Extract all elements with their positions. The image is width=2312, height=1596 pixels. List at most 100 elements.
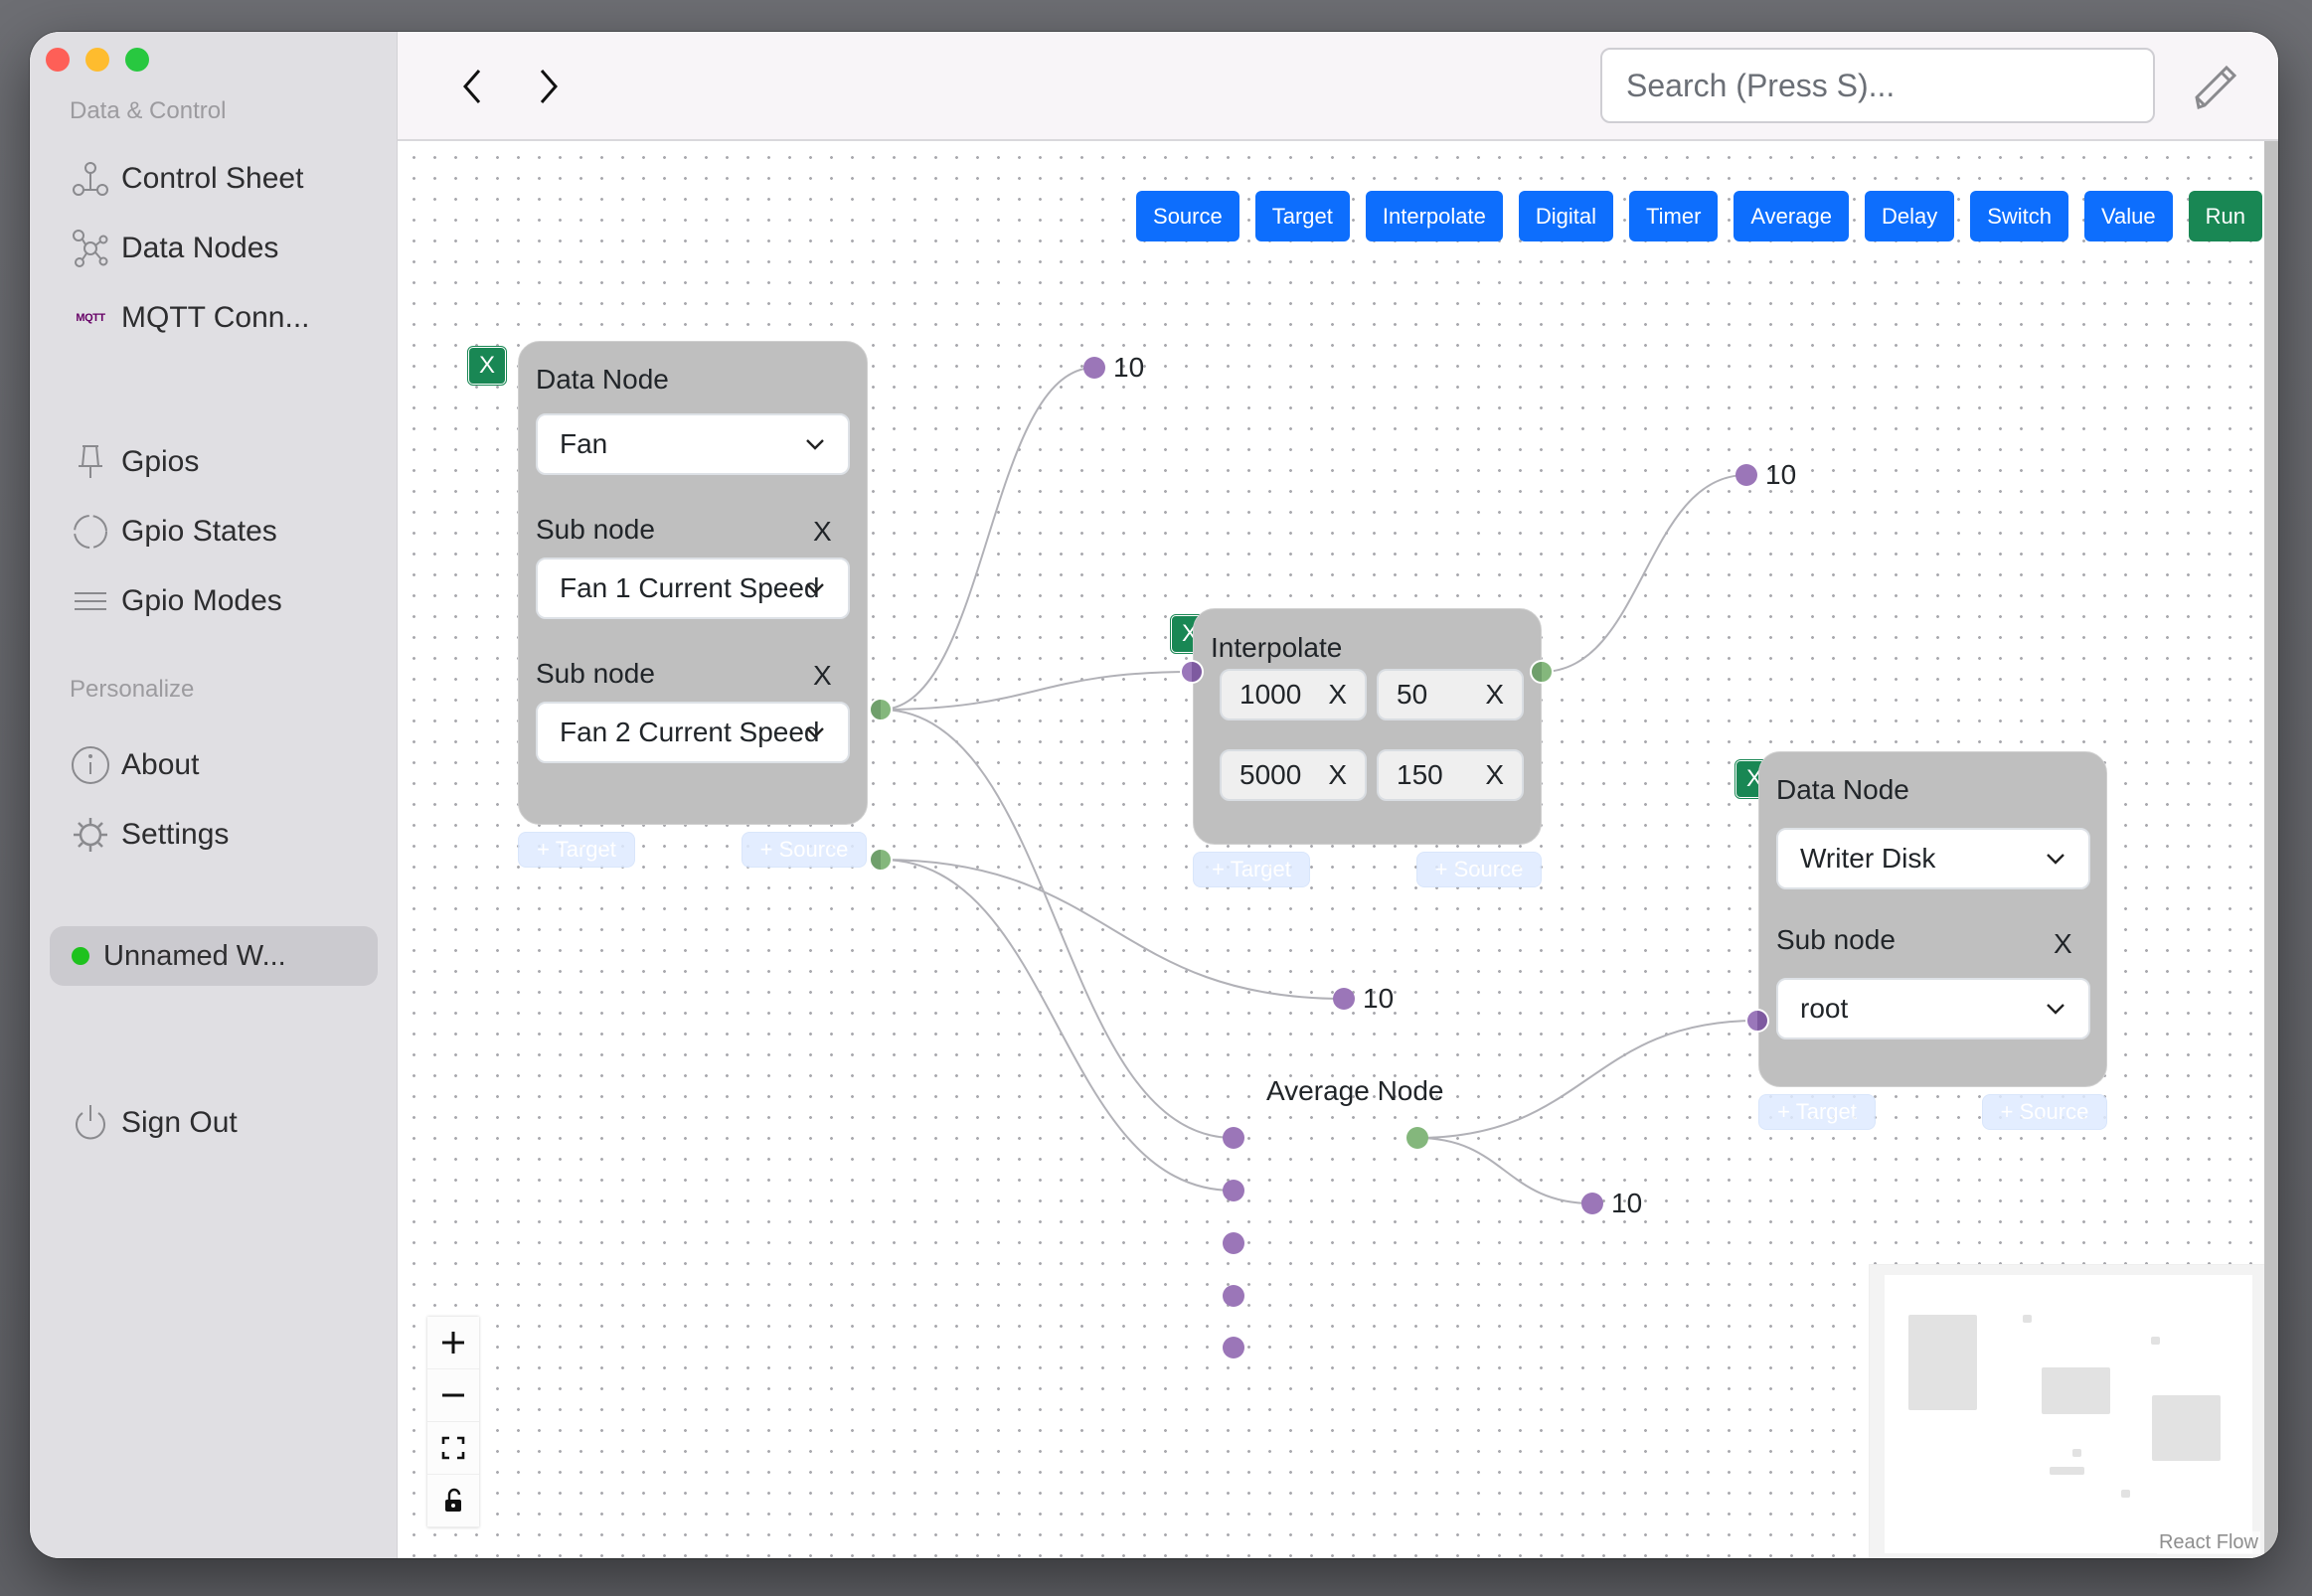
toggle-interactivity-button[interactable] xyxy=(427,1475,479,1527)
minimize-window-button[interactable] xyxy=(85,48,109,72)
sidebar-item-label: Control Sheet xyxy=(121,162,304,195)
sign-out-button[interactable]: Sign Out xyxy=(70,1098,238,1148)
sub-node-select[interactable]: root xyxy=(1776,978,2090,1039)
chevron-down-icon xyxy=(806,439,824,450)
add-target-handle-button[interactable]: + Target xyxy=(1758,1094,1876,1130)
edit-button[interactable] xyxy=(2187,56,2246,115)
target-handle-root[interactable] xyxy=(1745,1009,1769,1033)
edge xyxy=(1416,1137,1593,1204)
add-digital-button[interactable]: Digital xyxy=(1518,191,1613,241)
interpolate-input-value[interactable]: 1000 X xyxy=(1220,669,1367,720)
sidebar-item-mqtt[interactable]: MQTT MQTT Conn... xyxy=(70,293,310,343)
add-average-button[interactable]: Average xyxy=(1734,191,1849,241)
vertical-scrollbar[interactable] xyxy=(2264,141,2278,1558)
add-delay-button[interactable]: Delay xyxy=(1864,191,1955,241)
add-source-handle-button[interactable]: + Source xyxy=(742,832,867,868)
add-interpolate-button[interactable]: Interpolate xyxy=(1365,191,1503,241)
remove-sub-node-button[interactable]: X xyxy=(2054,928,2072,960)
react-flow-attribution[interactable]: React Flow xyxy=(2156,1531,2260,1554)
flow-canvas[interactable]: Source Target Interpolate Digital Timer … xyxy=(398,141,2264,1558)
delete-node-button[interactable]: X xyxy=(467,346,507,386)
remove-sub-node-button[interactable]: X xyxy=(813,516,832,548)
remove-value-button[interactable]: X xyxy=(1328,759,1347,791)
forward-button[interactable] xyxy=(524,62,574,111)
edge xyxy=(880,367,1095,711)
sidebar-item-control-sheet[interactable]: Control Sheet xyxy=(70,154,303,204)
add-value-button[interactable]: Value xyxy=(2084,191,2173,241)
fit-view-button[interactable] xyxy=(427,1422,479,1475)
interpolate-input-value[interactable]: 5000 X xyxy=(1220,749,1367,801)
remove-value-button[interactable]: X xyxy=(1485,679,1504,711)
source-handle-fan2[interactable] xyxy=(869,848,893,872)
average-input-handle[interactable] xyxy=(1223,1285,1244,1307)
minimap-node xyxy=(2072,1449,2081,1457)
interpolate-output-value[interactable]: 150 X xyxy=(1377,749,1524,801)
value-node-handle[interactable] xyxy=(1333,988,1355,1010)
add-source-handle-button[interactable]: + Source xyxy=(1982,1094,2107,1130)
node-toolbar: Source Target Interpolate Digital Timer … xyxy=(1136,191,2262,241)
sidebar-item-data-nodes[interactable]: Data Nodes xyxy=(70,224,278,273)
interpolate-node[interactable]: Interpolate 1000 X 50 X 5000 X 150 X xyxy=(1193,608,1542,845)
sidebar-item-gpio-modes[interactable]: Gpio Modes xyxy=(70,576,282,626)
sub-node-label: Sub node xyxy=(536,658,655,689)
interpolate-output-value[interactable]: 50 X xyxy=(1377,669,1524,720)
chevron-down-icon xyxy=(2047,1004,2064,1015)
add-timer-button[interactable]: Timer xyxy=(1629,191,1719,241)
zoom-controls xyxy=(427,1317,479,1527)
sidebar-item-gpios[interactable]: Gpios xyxy=(70,437,199,487)
zoom-out-button[interactable] xyxy=(427,1369,479,1422)
sign-out-label: Sign Out xyxy=(121,1106,238,1139)
add-target-handle-button[interactable]: + Target xyxy=(1193,852,1310,887)
minimap-node xyxy=(2151,1337,2160,1345)
target-handle-interpolate[interactable] xyxy=(1180,660,1204,684)
chevron-down-icon xyxy=(806,583,824,594)
info-icon xyxy=(70,744,111,786)
value-node-handle[interactable] xyxy=(1083,357,1105,379)
add-target-button[interactable]: Target xyxy=(1254,191,1350,241)
add-source-handle-button[interactable]: + Source xyxy=(1416,852,1542,887)
sidebar-item-settings[interactable]: Settings xyxy=(70,810,229,860)
workspace-selector[interactable]: Unnamed W... xyxy=(50,926,378,986)
sidebar-item-about[interactable]: About xyxy=(70,740,199,790)
source-handle-fan1[interactable] xyxy=(869,698,893,721)
back-button[interactable] xyxy=(447,62,497,111)
node-select[interactable]: Fan xyxy=(536,413,850,475)
source-handle-interpolate[interactable] xyxy=(1530,660,1554,684)
value-node-handle[interactable] xyxy=(1735,464,1757,486)
average-output-handle[interactable] xyxy=(1406,1127,1428,1149)
average-input-handle[interactable] xyxy=(1223,1180,1244,1201)
average-input-handle[interactable] xyxy=(1223,1127,1244,1149)
average-input-handle[interactable] xyxy=(1223,1232,1244,1254)
field-value: 1000 xyxy=(1239,679,1302,710)
unlock-icon xyxy=(445,1488,461,1512)
zoom-in-button[interactable] xyxy=(427,1317,479,1369)
average-node-title: Average Node xyxy=(1266,1075,1444,1106)
node-select[interactable]: Writer Disk xyxy=(1776,828,2090,889)
pin-icon xyxy=(70,441,111,483)
sub-node-select[interactable]: Fan 1 Current Speed xyxy=(536,558,850,619)
sidebar-item-label: MQTT Conn... xyxy=(121,301,310,334)
dashed-circle-icon xyxy=(70,511,111,553)
edge xyxy=(1541,474,1747,673)
sub-node-select[interactable]: Fan 2 Current Speed xyxy=(536,702,850,763)
data-node-writer-disk[interactable]: Data Node Writer Disk Sub node X root xyxy=(1758,751,2107,1087)
add-source-button[interactable]: Source xyxy=(1136,191,1239,241)
close-window-button[interactable] xyxy=(46,48,70,72)
sub-node-label: Sub node xyxy=(1776,924,1896,955)
minimap[interactable] xyxy=(1869,1264,2264,1558)
remove-value-button[interactable]: X xyxy=(1485,759,1504,791)
add-target-handle-button[interactable]: + Target xyxy=(518,832,635,868)
run-button[interactable]: Run xyxy=(2188,191,2262,241)
data-node-fan[interactable]: Data Node Fan Sub node X Fan 1 Current S… xyxy=(518,341,868,825)
remove-sub-node-button[interactable]: X xyxy=(813,660,832,692)
field-value: 50 xyxy=(1397,679,1428,710)
edge xyxy=(880,671,1193,711)
value-node-handle[interactable] xyxy=(1581,1193,1603,1214)
search-input[interactable] xyxy=(1600,48,2155,123)
sidebar-item-gpio-states[interactable]: Gpio States xyxy=(70,507,277,557)
window-controls xyxy=(46,48,149,72)
remove-value-button[interactable]: X xyxy=(1328,679,1347,711)
zoom-window-button[interactable] xyxy=(125,48,149,72)
add-switch-button[interactable]: Switch xyxy=(1970,191,2068,241)
average-input-handle[interactable] xyxy=(1223,1337,1244,1358)
